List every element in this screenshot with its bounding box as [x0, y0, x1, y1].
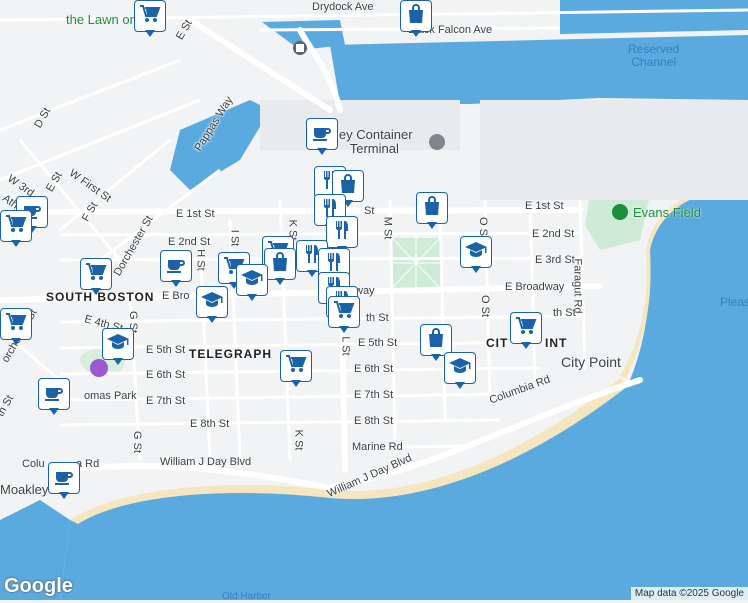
google-logo: Google: [4, 575, 73, 597]
shopping-icon: [420, 194, 444, 223]
poi-marker[interactable]: [38, 378, 72, 418]
e-8th-st-left-label: E 8th St: [190, 418, 230, 430]
e-broadway-left-label: E Bro: [162, 290, 190, 302]
poi-marker[interactable]: [416, 192, 450, 232]
reserved-channel-label: Reserved Channel: [628, 42, 680, 69]
school-icon: [240, 266, 264, 295]
city-point-hood2-label: INT: [545, 336, 568, 350]
e-broadway-right-label: E Broadway: [505, 281, 565, 293]
shopping-icon: [424, 326, 448, 355]
poi-marker[interactable]: [134, 0, 168, 40]
moakley-label: Moakley: [0, 482, 49, 497]
e-7th-st-left-label: E 7th St: [146, 395, 186, 407]
e-5th-st-right-label: E 5th St: [358, 337, 398, 349]
e-8th-st-right-label: E 8th St: [354, 415, 394, 427]
faragut-rd-label: Faragut Rd: [571, 258, 584, 314]
grocery-icon: [514, 314, 538, 343]
e-1st-st-right-label: E 1st St: [525, 200, 564, 212]
m-st-label: M St: [381, 216, 394, 240]
poi-marker[interactable]: [48, 462, 82, 502]
old-harbor-label: Old Harbor: [222, 591, 271, 602]
poi-marker[interactable]: [400, 0, 434, 40]
city-point-hood-label: CIT: [486, 336, 509, 350]
e-1st-st-left-label: E 1st St: [176, 208, 215, 220]
william-j-day-blvd-left-label: William J Day Blvd: [160, 456, 252, 468]
cafe-icon: [164, 252, 188, 281]
th-st-right-label: th St: [553, 307, 576, 319]
th-st-mid-label: th St: [366, 312, 389, 324]
school-icon: [464, 238, 488, 267]
shopping-icon: [404, 2, 428, 31]
l-st-label: L St: [339, 336, 352, 356]
school-icon: [106, 330, 130, 359]
school-icon: [200, 288, 224, 317]
cafe-icon: [310, 120, 334, 149]
grocery-icon: [84, 260, 108, 289]
shopping-icon: [268, 250, 292, 279]
poi-marker[interactable]: [0, 210, 34, 250]
grocery-icon: [332, 298, 356, 327]
e-7th-st-right-label: E 7th St: [354, 389, 394, 401]
evans-field-label: Evans Field: [633, 205, 701, 220]
reserved-channel-water: [330, 35, 748, 104]
poi-marker[interactable]: [196, 286, 230, 326]
poi-marker[interactable]: [444, 352, 478, 392]
poi-marker[interactable]: [328, 296, 362, 336]
e-5th-st-left-label: E 5th St: [146, 344, 186, 356]
poi-marker[interactable]: [306, 118, 340, 158]
pleas-label: Pleas: [720, 295, 748, 309]
grocery-icon: [4, 310, 28, 339]
g-st-lower-label: G St: [131, 430, 144, 454]
landmark-icon: [429, 134, 445, 150]
poi-marker[interactable]: [280, 350, 314, 390]
columbia-rd-left-label: Colu: [22, 458, 45, 470]
poi-marker[interactable]: [80, 258, 114, 298]
e-2nd-st-right-label: E 2nd St: [532, 228, 575, 240]
k-st-lower-label: K St: [292, 429, 305, 451]
city-point-label: City Point: [561, 354, 621, 370]
poi-marker[interactable]: [102, 328, 136, 368]
marine-rd-label: Marine Rd: [352, 441, 403, 453]
grocery-icon: [138, 2, 162, 31]
restaurant-icon: [330, 218, 354, 247]
e-3rd-st-label: E 3rd St: [535, 254, 575, 266]
poi-marker[interactable]: [0, 308, 34, 348]
map-attribution[interactable]: Map data ©2025 Google: [630, 587, 748, 600]
drydock-ave-label: Drydock Ave: [312, 1, 374, 13]
park-icon: [612, 204, 628, 220]
poi-marker[interactable]: [460, 236, 494, 276]
i-st-label: I St: [228, 229, 241, 247]
omas-park-label: omas Park: [84, 390, 137, 402]
school-icon: [448, 354, 472, 383]
grocery-icon: [4, 212, 28, 241]
e-2nd-st-left-label: E 2nd St: [168, 236, 211, 248]
e-6th-st-right-label: E 6th St: [354, 363, 394, 375]
poi-marker[interactable]: [510, 312, 544, 352]
o-st-lower-label: O St: [479, 294, 492, 318]
grocery-icon: [284, 352, 308, 381]
cafe-icon: [52, 464, 76, 493]
poi-marker[interactable]: [236, 264, 270, 304]
container-terminal-label: ley Container Terminal: [336, 127, 413, 156]
h-st-label: H St: [194, 249, 207, 271]
cafe-icon: [42, 380, 66, 409]
telegraph-label: TELEGRAPH: [189, 347, 273, 361]
e-6th-st-left-label: E 6th St: [146, 369, 186, 381]
poi-marker[interactable]: [160, 250, 194, 290]
